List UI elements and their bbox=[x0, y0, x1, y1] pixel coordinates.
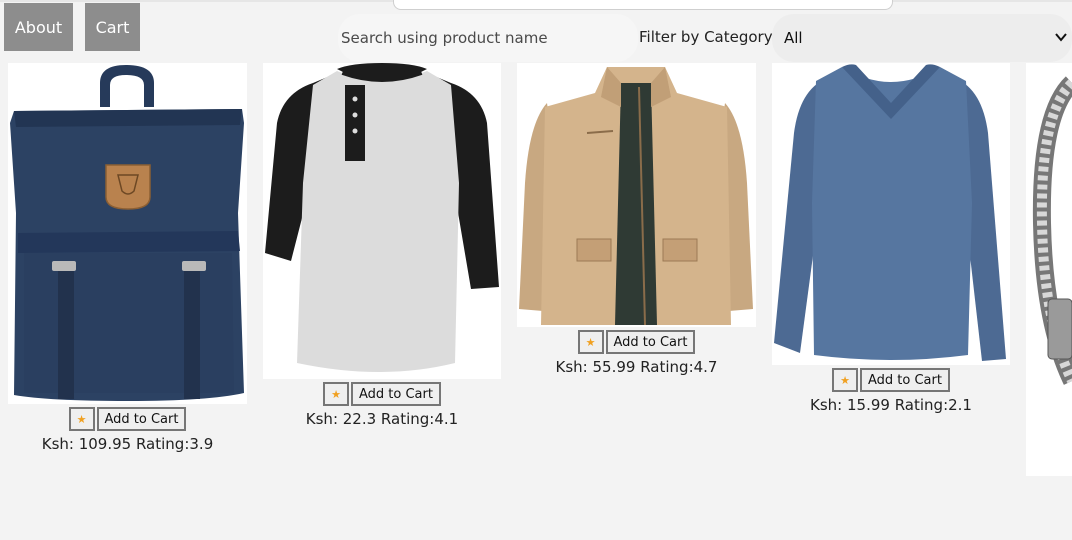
favorite-star-button[interactable]: ★ bbox=[832, 368, 858, 392]
product-image-raglan-henley-tshirt[interactable] bbox=[263, 63, 501, 379]
product-image-blue-long-sleeve-tshirt[interactable] bbox=[772, 63, 1010, 365]
add-to-cart-button[interactable]: Add to Cart bbox=[860, 368, 950, 392]
product-image-silver-chain-bracelet[interactable] bbox=[1026, 63, 1072, 476]
category-select[interactable]: All bbox=[772, 14, 1072, 62]
search-input[interactable] bbox=[338, 14, 638, 62]
add-to-cart-button[interactable]: Add to Cart bbox=[96, 407, 187, 431]
star-icon: ★ bbox=[840, 373, 850, 387]
star-icon: ★ bbox=[331, 387, 341, 401]
star-icon: ★ bbox=[585, 335, 596, 349]
product-card: ★ Add to Cart Ksh: 55.99 Rating:4.7 bbox=[517, 63, 756, 376]
dropdown-popup-edge bbox=[393, 0, 893, 10]
price-rating: Ksh: 109.95 Rating:3.9 bbox=[41, 435, 214, 453]
filter-label: Filter by Category: bbox=[639, 28, 777, 46]
price-rating: Ksh: 55.99 Rating:4.7 bbox=[555, 358, 718, 376]
category-selected-value: All bbox=[784, 29, 803, 47]
product-image-khaki-jacket[interactable] bbox=[517, 63, 756, 327]
product-card bbox=[1026, 63, 1072, 476]
add-to-cart-button[interactable]: Add to Cart bbox=[605, 330, 696, 354]
product-card: ★ Add to Cart Ksh: 22.3 Rating:4.1 bbox=[263, 63, 501, 428]
price-rating: Ksh: 22.3 Rating:4.1 bbox=[305, 410, 459, 428]
cart-nav-button[interactable]: Cart bbox=[85, 3, 140, 51]
star-icon: ★ bbox=[76, 412, 87, 426]
product-image-backpack[interactable] bbox=[8, 63, 247, 404]
price-rating: Ksh: 15.99 Rating:2.1 bbox=[810, 396, 972, 414]
product-card: ★ Add to Cart Ksh: 109.95 Rating:3.9 bbox=[8, 63, 247, 453]
favorite-star-button[interactable]: ★ bbox=[68, 407, 95, 431]
product-card: ★ Add to Cart Ksh: 15.99 Rating:2.1 bbox=[772, 63, 1010, 414]
favorite-star-button[interactable]: ★ bbox=[323, 382, 349, 406]
chevron-down-icon bbox=[1055, 33, 1067, 42]
favorite-star-button[interactable]: ★ bbox=[577, 330, 604, 354]
about-button[interactable]: About bbox=[4, 3, 73, 51]
add-to-cart-button[interactable]: Add to Cart bbox=[351, 382, 441, 406]
